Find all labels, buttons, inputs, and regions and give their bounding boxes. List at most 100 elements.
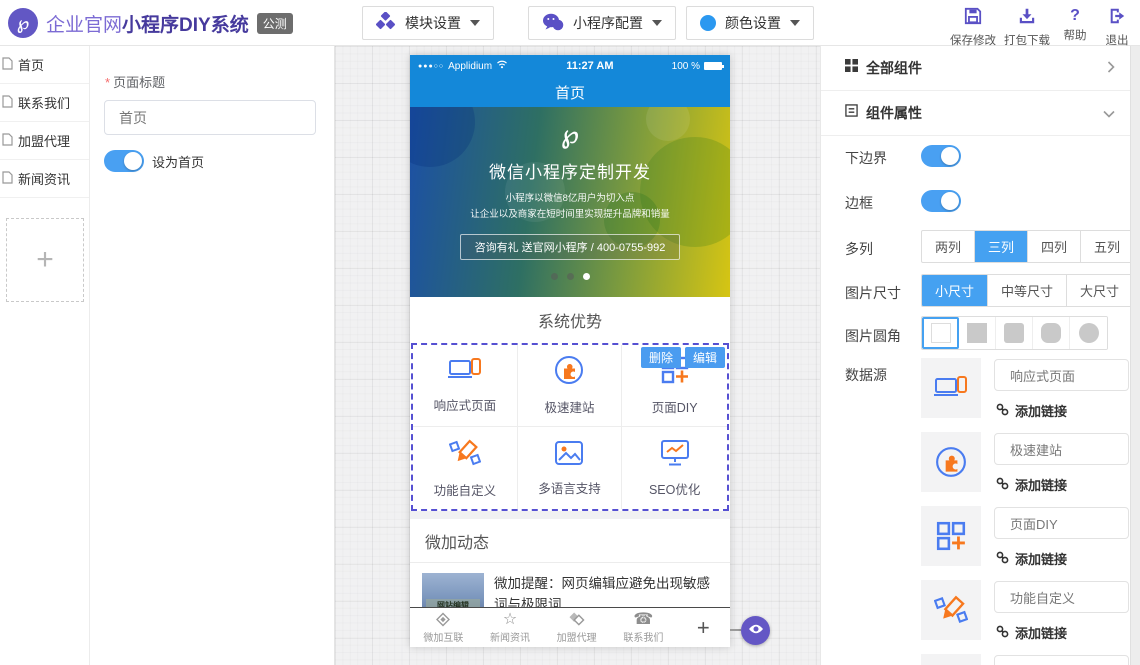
grid-item-fastbuild[interactable]: 极速建站 bbox=[518, 345, 623, 427]
banner-cta-pill[interactable]: 咨询有礼 送官网小程序 / 400-0755-992 bbox=[460, 234, 681, 260]
radius-shape bbox=[931, 323, 951, 343]
radius-option-square[interactable] bbox=[959, 317, 996, 349]
image-icon bbox=[554, 440, 584, 471]
delete-component-button[interactable]: 删除 bbox=[641, 347, 681, 368]
tab-contact[interactable]: ☎ 联系我们 bbox=[610, 611, 677, 644]
edit-component-button[interactable]: 编辑 bbox=[685, 347, 725, 368]
tab-weijia[interactable]: 微加互联 bbox=[410, 611, 477, 644]
phone-handset-icon: ☎ bbox=[633, 611, 653, 628]
add-page-button[interactable]: + bbox=[6, 218, 84, 302]
radius-option-none-selected[interactable] bbox=[922, 317, 959, 349]
columns-option-three-selected[interactable]: 三列 bbox=[975, 231, 1028, 262]
save-button[interactable]: 保存修改 bbox=[946, 4, 1000, 48]
selected-grid-component[interactable]: 删除 编辑 响应式页面 极速建站 页面DIY 功能自定义 bbox=[411, 343, 729, 511]
monitor-chart-icon bbox=[660, 439, 690, 472]
image-size-large[interactable]: 大尺寸 bbox=[1067, 275, 1130, 306]
phone-status-bar: ●●●○○ Applidium 11:27 AM 100 % bbox=[410, 55, 730, 77]
app-root: ℘ 企业官网小程序DIY系统 公测 模块设置 小程序配置 颜色设置 bbox=[0, 0, 1140, 665]
radius-option-small[interactable] bbox=[996, 317, 1033, 349]
battery-icon bbox=[704, 62, 722, 70]
page-title-input[interactable] bbox=[104, 100, 316, 135]
exit-button[interactable]: 退出 bbox=[1096, 4, 1138, 48]
image-size-small-selected[interactable]: 小尺寸 bbox=[922, 275, 988, 306]
carousel-dot-active[interactable] bbox=[583, 273, 590, 280]
carousel-dot[interactable] bbox=[551, 273, 558, 280]
datasource-row: 添加链接 bbox=[921, 432, 1129, 492]
advantages-section-title: 系统优势 bbox=[410, 297, 730, 343]
tab-add-button[interactable]: + bbox=[677, 615, 730, 641]
sidebar-item-home[interactable]: 首页 bbox=[0, 46, 89, 84]
grid-item-custom[interactable]: 功能自定义 bbox=[413, 427, 518, 509]
required-mark: * bbox=[105, 75, 110, 90]
tab-agency[interactable]: 加盟代理 bbox=[543, 611, 610, 644]
pencil-icon bbox=[921, 580, 981, 640]
tags-icon bbox=[567, 611, 586, 628]
columns-option-four[interactable]: 四列 bbox=[1028, 231, 1081, 262]
inspector-scrollbar[interactable] bbox=[1130, 46, 1140, 665]
datasource-label: 数据源 bbox=[845, 365, 887, 385]
datasource-title-input[interactable] bbox=[994, 655, 1129, 665]
advantages-grid: 响应式页面 极速建站 页面DIY 功能自定义 多语言支持 bbox=[413, 345, 727, 509]
sidebar-item-news[interactable]: 新闻资讯 bbox=[0, 160, 89, 198]
star-icon: ☆ bbox=[503, 611, 517, 628]
preview-connector-line bbox=[730, 629, 741, 631]
add-link-label: 添加链接 bbox=[1015, 623, 1067, 642]
all-components-row[interactable]: 全部组件 bbox=[821, 46, 1130, 91]
exit-icon bbox=[1108, 7, 1126, 30]
add-link-button[interactable]: 添加链接 bbox=[996, 401, 1067, 420]
columns-option-two[interactable]: 两列 bbox=[922, 231, 975, 262]
app-title: 企业官网小程序DIY系统 bbox=[46, 10, 249, 37]
page-doc-icon bbox=[2, 171, 13, 187]
grid-item-multilang[interactable]: 多语言支持 bbox=[518, 427, 623, 509]
module-settings-button[interactable]: 模块设置 bbox=[362, 6, 494, 40]
phone-tab-bar: 微加互联 ☆ 新闻资讯 加盟代理 ☎ 联系我们 + bbox=[410, 607, 730, 647]
sidebar-item-agency[interactable]: 加盟代理 bbox=[0, 122, 89, 160]
sidebar-item-label: 联系我们 bbox=[18, 93, 70, 112]
grid-item-responsive[interactable]: 响应式页面 bbox=[413, 345, 518, 427]
page-doc-icon bbox=[2, 57, 13, 73]
help-label: 帮助 bbox=[1064, 27, 1087, 43]
preview-eye-button[interactable] bbox=[741, 616, 770, 645]
help-button[interactable]: ? 帮助 bbox=[1054, 4, 1096, 48]
radius-shape bbox=[1004, 323, 1024, 343]
add-link-button[interactable]: 添加链接 bbox=[996, 549, 1067, 568]
grid-item-seo[interactable]: SEO优化 bbox=[622, 427, 727, 509]
image-size-segmented-control: 小尺寸 中等尺寸 大尺寸 bbox=[921, 274, 1130, 307]
radius-shape bbox=[1079, 323, 1099, 343]
add-link-button[interactable]: 添加链接 bbox=[996, 475, 1067, 494]
datasource-title-input[interactable] bbox=[994, 433, 1129, 465]
phone-preview: ●●●○○ Applidium 11:27 AM 100 % 首页 ℘ 微信小程… bbox=[410, 55, 730, 647]
border-toggle[interactable] bbox=[921, 190, 961, 212]
chevron-down-icon bbox=[1103, 106, 1115, 121]
battery-percent-label: 100 % bbox=[672, 61, 700, 72]
tab-news[interactable]: ☆ 新闻资讯 bbox=[477, 611, 544, 644]
chain-link-icon bbox=[996, 477, 1009, 493]
columns-option-five[interactable]: 五列 bbox=[1081, 231, 1130, 262]
datasource-title-input[interactable] bbox=[994, 581, 1129, 613]
miniprogram-config-button[interactable]: 小程序配置 bbox=[528, 6, 676, 40]
carousel-dot[interactable] bbox=[567, 273, 574, 280]
banner-component[interactable]: ℘ 微信小程序定制开发 小程序以微信8亿用户为切入点 让企业以及商家在短时间里实… bbox=[410, 107, 730, 297]
datasource-row: 添加链接 bbox=[921, 358, 1129, 418]
radius-option-circle[interactable] bbox=[1070, 317, 1107, 349]
exit-label: 退出 bbox=[1106, 32, 1129, 48]
bottom-border-toggle[interactable] bbox=[921, 145, 961, 167]
component-props-row[interactable]: 组件属性 bbox=[821, 91, 1130, 136]
add-link-button[interactable]: 添加链接 bbox=[996, 623, 1067, 642]
color-settings-button[interactable]: 颜色设置 bbox=[686, 6, 814, 40]
banner-logo-icon: ℘ bbox=[561, 119, 579, 150]
banner-subline2: 让企业以及商家在短时间里实现提升品牌和销量 bbox=[470, 206, 670, 220]
sidebar-item-contact[interactable]: 联系我们 bbox=[0, 84, 89, 122]
banner-subline1: 小程序以微信8亿用户为切入点 bbox=[506, 190, 635, 204]
datasource-title-input[interactable] bbox=[994, 507, 1129, 539]
image-size-medium[interactable]: 中等尺寸 bbox=[988, 275, 1067, 306]
download-button[interactable]: 打包下载 bbox=[1000, 4, 1054, 48]
radius-option-large[interactable] bbox=[1033, 317, 1070, 349]
component-props-label: 组件属性 bbox=[866, 103, 1095, 123]
datasource-title-input[interactable] bbox=[994, 359, 1129, 391]
set-home-toggle[interactable] bbox=[104, 150, 144, 172]
sidebar-item-label: 首页 bbox=[18, 55, 44, 74]
radius-shape bbox=[967, 323, 987, 343]
sidebar-item-label: 新闻资讯 bbox=[18, 169, 70, 188]
phone-nav-bar: 首页 bbox=[410, 77, 730, 107]
